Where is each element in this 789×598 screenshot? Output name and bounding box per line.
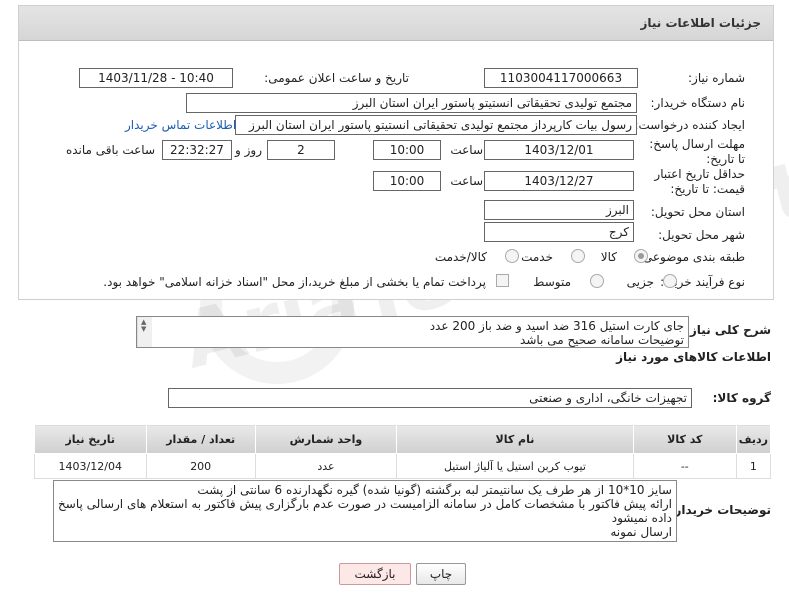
deadline-time-field: 10:00	[373, 140, 441, 160]
city-field: کرج	[484, 222, 634, 242]
province-label: استان محل تحویل:	[650, 205, 745, 219]
buyer-notes-line-3: ارسال نمونه	[610, 525, 672, 539]
category-label: طبقه بندی موضوعی:	[638, 250, 745, 264]
announce-field: 1403/11/28 - 10:40	[79, 68, 233, 88]
summary-box[interactable]: جای کارت استیل 316 ضد اسید و ضد باز 200 …	[136, 316, 689, 348]
category-option-goods: کالا	[600, 250, 617, 264]
province-field: البرز	[484, 200, 634, 220]
category-radio-goods-service[interactable]	[505, 249, 519, 263]
goods-group-label: گروه کالا:	[712, 391, 771, 405]
cell-item-name: تیوب کربن استیل یا آلیاژ استیل	[396, 453, 634, 479]
summary-line-2: توضیحات سامانه صحیح می باشد	[520, 333, 684, 347]
city-label: شهر محل تحویل:	[658, 228, 745, 242]
buyer-field: مجتمع تولیدی تحقیقاتی انستیتو پاستور ایر…	[186, 93, 637, 113]
cell-unit: عدد	[254, 453, 398, 479]
print-button[interactable]: چاپ	[416, 563, 466, 585]
min-price-time-label: ساعت	[450, 174, 483, 188]
payment-note: پرداخت تمام یا بخشی از مبلغ خرید،از محل …	[103, 275, 486, 289]
summary-line-1: جای کارت استیل 316 ضد اسید و ضد باز 200 …	[429, 319, 684, 333]
days-label: روز و	[235, 143, 262, 157]
remaining-time-field: 22:32:27	[162, 140, 232, 160]
scroll-down-icon[interactable]: ▼	[141, 325, 146, 333]
category-radio-goods[interactable]	[634, 249, 648, 263]
deadline-label: مهلت ارسال پاسخ: تا تاریخ:	[649, 137, 745, 166]
category-option-service: خدمت	[521, 250, 553, 264]
cell-row-number: 1	[735, 453, 772, 479]
summary-scrollbar[interactable]: ▲ ▼	[137, 317, 152, 347]
buyer-notes-label: توضیحات خریدار:	[669, 503, 771, 517]
cell-item-code: --	[632, 453, 737, 479]
panel-header: جزئیات اطلاعات نیاز	[19, 6, 773, 41]
goods-group-field: تجهیزات خانگی، اداری و صنعتی	[168, 388, 692, 408]
purchase-radio-minor[interactable]	[663, 274, 677, 288]
contact-buyer-link[interactable]: اطلاعات تماس خریدار	[125, 118, 236, 132]
col-need-date: تاریخ نیاز	[34, 424, 147, 454]
panel-title: جزئیات اطلاعات نیاز	[640, 16, 761, 30]
purchase-option-medium: متوسط	[533, 275, 571, 289]
buyer-notes-box[interactable]: سایز 10*10 از هر طرف یک سانتیمتر لبه برگ…	[53, 480, 677, 542]
creator-field: رسول بیات کارپرداز مجتمع تولیدی تحقیقاتی…	[235, 115, 637, 135]
min-price-date-field: 1403/12/27	[484, 171, 634, 191]
days-field: 2	[267, 140, 335, 160]
col-item-name: نام کالا	[396, 424, 634, 454]
col-row-number: ردیف	[735, 424, 772, 454]
cell-need-date: 1403/12/04	[34, 453, 147, 479]
items-section-title: اطلاعات کالاهای مورد نیاز	[616, 350, 771, 364]
col-item-code: کد کالا	[632, 424, 737, 454]
treasury-checkbox[interactable]	[496, 274, 509, 287]
table-header-row: ردیف کد کالا نام کالا واحد شمارش تعداد /…	[34, 424, 772, 454]
col-unit: واحد شمارش	[254, 424, 398, 454]
min-price-time-field: 10:00	[373, 171, 441, 191]
purchase-option-minor: جزیی	[626, 275, 654, 289]
back-button[interactable]: بازگشت	[339, 563, 411, 585]
deadline-date-field: 1403/12/01	[484, 140, 634, 160]
category-option-goods-service: کالا/خدمت	[434, 250, 487, 264]
buyer-notes-line-2: ارائه پیش فاکتور با مشخصات کامل در سامان…	[58, 497, 672, 525]
deadline-time-label: ساعت	[450, 143, 483, 157]
table-row[interactable]: 1 -- تیوب کربن استیل یا آلیاژ استیل عدد …	[34, 453, 772, 479]
summary-label: شرح کلی نیاز:	[685, 323, 771, 337]
category-radio-service[interactable]	[571, 249, 585, 263]
items-table: ردیف کد کالا نام کالا واحد شمارش تعداد /…	[34, 424, 772, 479]
need-number-field: 1103004117000663	[484, 68, 638, 88]
remaining-label: ساعت باقی مانده	[65, 143, 155, 157]
min-price-label: حداقل تاریخ اعتبار قیمت: تا تاریخ:	[654, 167, 745, 196]
purchase-radio-medium[interactable]	[590, 274, 604, 288]
need-number-label: شماره نیاز:	[688, 71, 745, 85]
buyer-notes-line-1: سایز 10*10 از هر طرف یک سانتیمتر لبه برگ…	[197, 483, 672, 497]
announce-label: تاریخ و ساعت اعلان عمومی:	[264, 71, 409, 85]
cell-quantity: 200	[145, 453, 256, 479]
col-quantity: تعداد / مقدار	[145, 424, 256, 454]
buyer-label: نام دستگاه خریدار:	[650, 96, 746, 110]
creator-label: ایجاد کننده درخواست:	[634, 118, 745, 132]
